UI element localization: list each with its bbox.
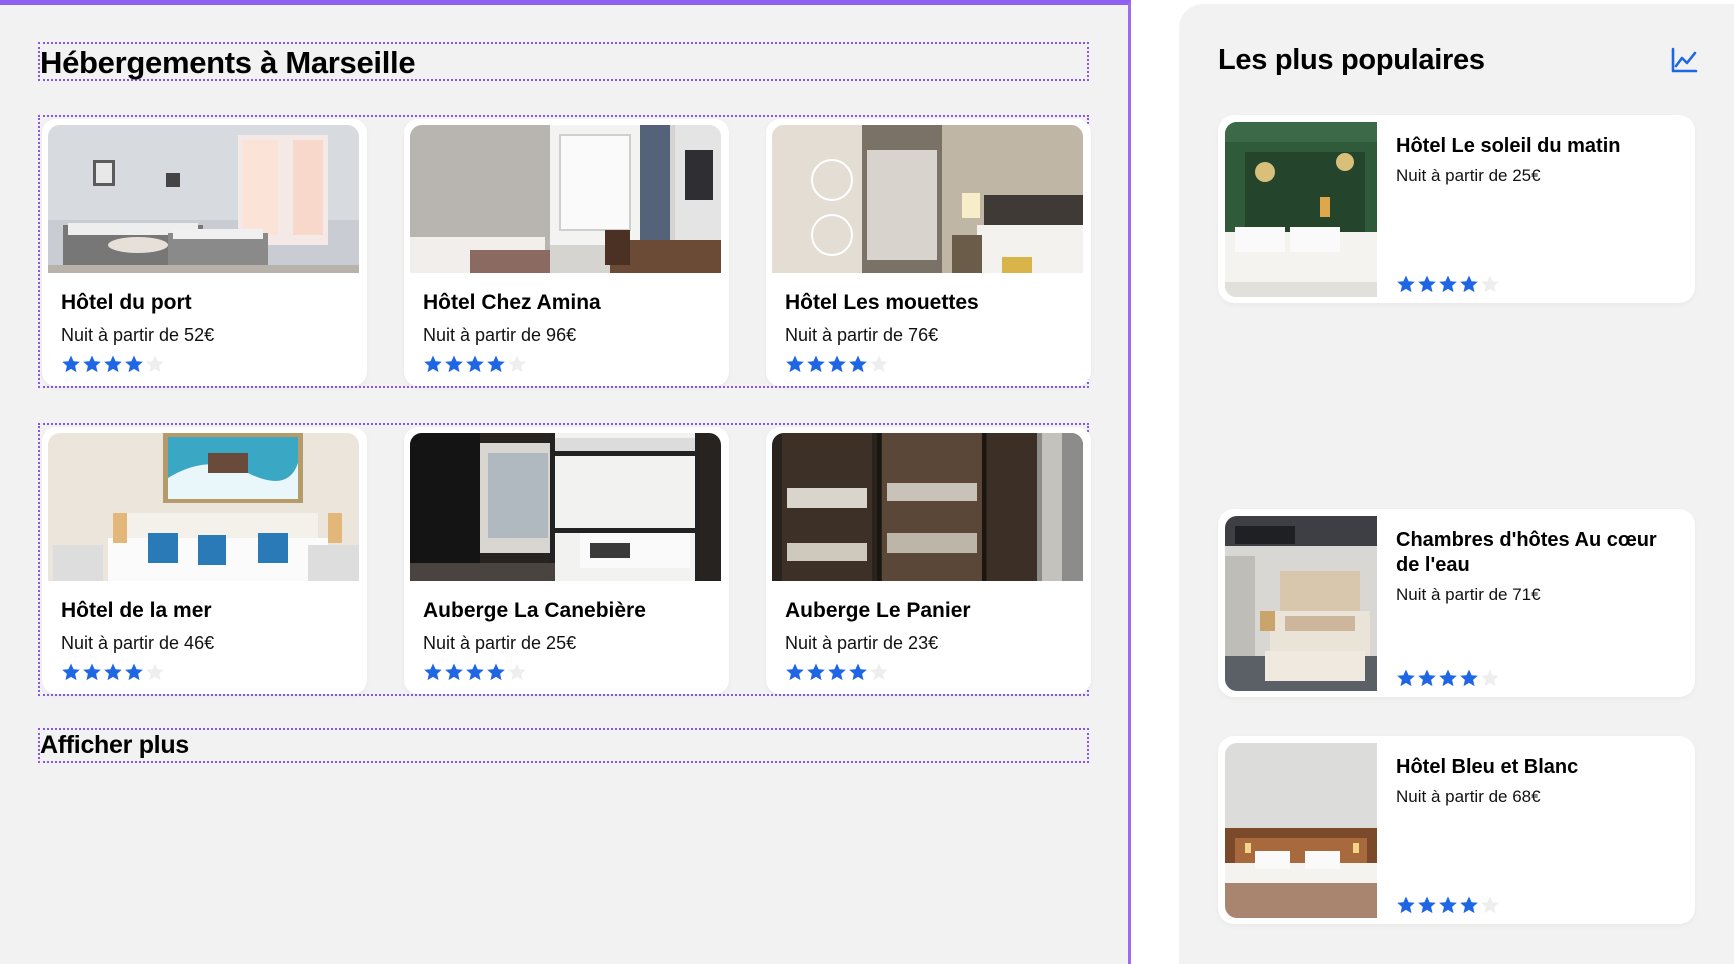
hotel-card[interactable]: Auberge Le Panier Nuit à partir de 23€: [766, 427, 1091, 694]
star-filled-icon: [445, 355, 463, 373]
rating-stars: [423, 354, 527, 374]
hotel-name: Hôtel Les mouettes: [785, 291, 979, 314]
rating-stars: [1396, 895, 1500, 915]
star-filled-icon: [1460, 896, 1478, 914]
star-empty-icon: [146, 355, 164, 373]
star-filled-icon: [424, 355, 442, 373]
star-filled-icon: [62, 355, 80, 373]
rating-stars: [1396, 668, 1500, 688]
hotel-photo: [1225, 516, 1377, 691]
main-pane: Hébergements à Marseille Hôtel du port N…: [0, 0, 1131, 964]
hotel-price: Nuit à partir de 96€: [423, 325, 577, 345]
star-filled-icon: [104, 663, 122, 681]
hotel-card[interactable]: Hôtel de la mer Nuit à partir de 46€: [42, 427, 367, 694]
hotel-photo: [772, 433, 1083, 581]
hotel-card[interactable]: Hôtel Les mouettes Nuit à partir de 76€: [766, 119, 1091, 386]
star-filled-icon: [1397, 669, 1415, 687]
hotel-price: Nuit à partir de 68€: [1396, 787, 1541, 806]
rating-stars: [785, 662, 889, 682]
star-filled-icon: [104, 355, 122, 373]
hotel-name: Hôtel de la mer: [61, 599, 212, 622]
popular-hotel-card[interactable]: Chambres d'hôtes Au cœur de l'eau Nuit à…: [1218, 509, 1695, 697]
hotel-photo: [772, 125, 1083, 273]
hotel-card[interactable]: Hôtel Chez Amina Nuit à partir de 96€: [404, 119, 729, 386]
star-filled-icon: [445, 663, 463, 681]
hotel-price: Nuit à partir de 25€: [1396, 166, 1541, 185]
popular-sidebar: Les plus populaires Hôtel Le soleil du m…: [1179, 4, 1734, 964]
hotel-photo: [48, 433, 359, 581]
star-filled-icon: [807, 663, 825, 681]
star-filled-icon: [62, 663, 80, 681]
popular-hotel-card[interactable]: Hôtel Le soleil du matin Nuit à partir d…: [1218, 115, 1695, 303]
hotel-card[interactable]: Auberge La Canebière Nuit à partir de 25…: [404, 427, 729, 694]
hotel-photo: [410, 433, 721, 581]
hotel-name: Hôtel Le soleil du matin: [1396, 135, 1621, 157]
star-filled-icon: [1460, 669, 1478, 687]
rating-stars: [61, 662, 165, 682]
star-filled-icon: [83, 355, 101, 373]
star-empty-icon: [1481, 669, 1499, 687]
star-filled-icon: [1439, 896, 1457, 914]
rating-stars: [785, 354, 889, 374]
star-filled-icon: [83, 663, 101, 681]
hotel-photo: [48, 125, 359, 273]
star-filled-icon: [487, 663, 505, 681]
title-container: Hébergements à Marseille: [38, 42, 1089, 81]
hotel-name: Auberge Le Panier: [785, 599, 971, 622]
star-filled-icon: [424, 663, 442, 681]
hotel-price: Nuit à partir de 71€: [1396, 585, 1541, 604]
hotel-name: Hôtel Chez Amina: [423, 291, 601, 314]
star-filled-icon: [828, 663, 846, 681]
hotel-price: Nuit à partir de 25€: [423, 633, 577, 653]
star-empty-icon: [508, 355, 526, 373]
star-filled-icon: [849, 663, 867, 681]
show-more-container: Afficher plus: [38, 728, 1089, 763]
star-empty-icon: [1481, 275, 1499, 293]
hotel-price: Nuit à partir de 76€: [785, 325, 939, 345]
trending-chart-icon[interactable]: [1670, 46, 1698, 74]
star-empty-icon: [1481, 896, 1499, 914]
hotel-price: Nuit à partir de 46€: [61, 633, 215, 653]
star-filled-icon: [125, 663, 143, 681]
page-title: Hébergements à Marseille: [40, 45, 416, 80]
star-filled-icon: [849, 355, 867, 373]
hotel-price: Nuit à partir de 23€: [785, 633, 939, 653]
popular-hotel-card[interactable]: Hôtel Bleu et Blanc Nuit à partir de 68€: [1218, 736, 1695, 924]
hotel-photo: [1225, 122, 1377, 297]
star-filled-icon: [1439, 275, 1457, 293]
hotel-price: Nuit à partir de 52€: [61, 325, 215, 345]
hotel-name: Hôtel du port: [61, 291, 192, 314]
star-filled-icon: [786, 355, 804, 373]
hotel-photo: [410, 125, 721, 273]
star-filled-icon: [1418, 669, 1436, 687]
show-more-link[interactable]: Afficher plus: [40, 731, 189, 760]
hotel-card[interactable]: Hôtel du port Nuit à partir de 52€: [42, 119, 367, 386]
star-filled-icon: [1418, 896, 1436, 914]
sidebar-title: Les plus populaires: [1218, 44, 1485, 76]
hotel-name: Hôtel Bleu et Blanc: [1396, 756, 1579, 778]
hotel-name: Auberge La Canebière: [423, 599, 646, 622]
star-filled-icon: [466, 355, 484, 373]
star-empty-icon: [146, 663, 164, 681]
star-filled-icon: [786, 663, 804, 681]
star-filled-icon: [828, 355, 846, 373]
star-empty-icon: [870, 355, 888, 373]
hotel-photo: [1225, 743, 1377, 918]
hotel-name: Chambres d'hôtes Au cœur de l'eau: [1396, 529, 1657, 576]
star-filled-icon: [466, 663, 484, 681]
star-filled-icon: [1418, 275, 1436, 293]
star-filled-icon: [1397, 275, 1415, 293]
star-filled-icon: [1439, 669, 1457, 687]
rating-stars: [1396, 274, 1500, 294]
star-filled-icon: [807, 355, 825, 373]
star-filled-icon: [1397, 896, 1415, 914]
star-empty-icon: [508, 663, 526, 681]
rating-stars: [423, 662, 527, 682]
rating-stars: [61, 354, 165, 374]
star-filled-icon: [487, 355, 505, 373]
star-filled-icon: [125, 355, 143, 373]
star-empty-icon: [870, 663, 888, 681]
star-filled-icon: [1460, 275, 1478, 293]
